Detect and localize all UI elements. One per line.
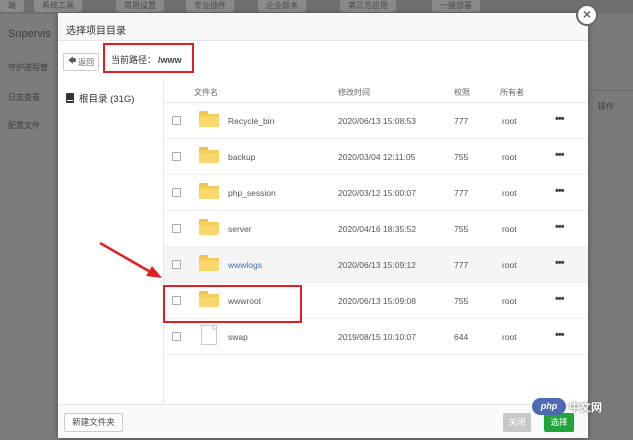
- file-modified: 2019/08/15 10:10:07: [338, 332, 416, 342]
- bg-tab-6: 一键部署: [432, 0, 480, 12]
- file-owner: root: [502, 332, 517, 342]
- current-path: 当前路径：/www: [103, 43, 194, 73]
- folder-icon: [199, 111, 219, 127]
- file-name[interactable]: wwwlogs: [228, 260, 262, 270]
- file-modified: 2020/06/13 15:09:08: [338, 296, 416, 306]
- bg-tab-1: 系统工具: [34, 0, 82, 12]
- file-permissions: 777: [454, 188, 469, 198]
- file-modified: 2020/06/13 15:09:12: [338, 260, 416, 270]
- dialog-header: 选择项目目录: [58, 13, 588, 41]
- dialog-footer: 新建文件夹 关闭 选择: [58, 404, 588, 438]
- file-name[interactable]: swap: [228, 332, 248, 342]
- bg-sidebar-item: 守护进程管: [8, 63, 48, 72]
- path-value: /www: [158, 55, 182, 65]
- file-owner: root: [502, 224, 517, 234]
- back-button-label: 返回: [78, 57, 95, 67]
- column-name: 文件名: [194, 88, 218, 97]
- file-name[interactable]: php_session: [228, 188, 276, 198]
- bg-tab-2: 常用设置: [116, 0, 164, 12]
- close-dialog-icon[interactable]: ×: [576, 4, 598, 26]
- more-options-icon[interactable]: •••: [555, 293, 565, 305]
- bg-tab-0: 端: [0, 0, 24, 12]
- dialog-title: 选择项目目录: [66, 26, 126, 37]
- file-list: 文件名 修改时间 权限 所有者 Recycle_bin 2020/06/13 1…: [164, 79, 588, 404]
- file-row[interactable]: Recycle_bin 2020/06/13 15:08:53 777 root…: [164, 103, 588, 139]
- file-row[interactable]: backup 2020/03/04 12:11:05 755 root •••: [164, 139, 588, 175]
- bg-tab-5: 第三方应用: [340, 0, 396, 12]
- column-owner: 所有者: [500, 88, 524, 97]
- file-name[interactable]: server: [228, 224, 252, 234]
- new-folder-button[interactable]: 新建文件夹: [64, 413, 123, 432]
- background-sidebar: 守护进程管 日志查看 配置文件: [0, 14, 56, 440]
- row-checkbox[interactable]: [172, 116, 181, 125]
- column-permissions: 权限: [454, 88, 470, 97]
- background-right-panel: [585, 90, 633, 140]
- bg-sidebar-item: 配置文件: [8, 121, 40, 130]
- row-checkbox[interactable]: [172, 152, 181, 161]
- file-row[interactable]: wwwlogs 2020/06/13 15:09:12 777 root •••: [164, 247, 588, 283]
- file-modified: 2020/06/13 15:08:53: [338, 116, 416, 126]
- more-options-icon[interactable]: •••: [555, 329, 565, 341]
- php-logo: php: [532, 398, 566, 415]
- file-owner: root: [502, 260, 517, 270]
- more-options-icon[interactable]: •••: [555, 113, 565, 125]
- root-drive-item[interactable]: 根目录 (31G): [66, 91, 134, 105]
- more-options-icon[interactable]: •••: [555, 257, 565, 269]
- select-directory-dialog: 选择项目目录 🡄 返回 当前路径：/www 根目录 (31G) 文件名 修改时间…: [58, 13, 588, 438]
- file-list-header: 文件名 修改时间 权限 所有者: [164, 79, 588, 103]
- background-column-label: 操作: [598, 102, 614, 111]
- row-checkbox[interactable]: [172, 260, 181, 269]
- file-permissions: 755: [454, 296, 469, 306]
- path-label: 当前路径：: [111, 55, 157, 65]
- bg-tab-4: 企业版本: [258, 0, 306, 12]
- column-modified: 修改时间: [338, 88, 370, 97]
- file-row[interactable]: server 2020/04/16 18:35:52 755 root •••: [164, 211, 588, 247]
- background-topbar: 端 系统工具 常用设置 专业插件 企业版本 第三方应用 一键部署: [0, 0, 633, 14]
- folder-icon: [199, 183, 219, 199]
- folder-icon: [199, 255, 219, 271]
- more-options-icon[interactable]: •••: [555, 149, 565, 161]
- file-permissions: 644: [454, 332, 469, 342]
- file-owner: root: [502, 188, 517, 198]
- folder-icon: [199, 147, 219, 163]
- file-permissions: 777: [454, 116, 469, 126]
- annotation-arrow-icon: [99, 241, 162, 278]
- file-permissions: 777: [454, 260, 469, 270]
- background-page-title: Supervis: [8, 28, 51, 40]
- highlight-box: [163, 285, 302, 323]
- file-modified: 2020/03/04 12:11:05: [338, 152, 416, 162]
- file-owner: root: [502, 296, 517, 306]
- more-options-icon[interactable]: •••: [555, 185, 565, 197]
- drive-icon: [66, 93, 74, 103]
- file-row[interactable]: php_session 2020/03/12 15:00:07 777 root…: [164, 175, 588, 211]
- file-modified: 2020/03/12 15:00:07: [338, 188, 416, 198]
- arrow-left-icon: 🡄: [67, 56, 77, 65]
- file-name[interactable]: backup: [228, 152, 255, 162]
- file-owner: root: [502, 152, 517, 162]
- bg-sidebar-item: 日志查看: [8, 93, 40, 102]
- row-checkbox[interactable]: [172, 224, 181, 233]
- file-icon: [201, 325, 217, 345]
- watermark: php 中文网: [532, 398, 602, 415]
- back-button[interactable]: 🡄 返回: [63, 53, 99, 71]
- row-checkbox[interactable]: [172, 188, 181, 197]
- close-button[interactable]: 关闭: [503, 413, 531, 432]
- drive-label: 根目录 (31G): [79, 94, 135, 105]
- file-permissions: 755: [454, 152, 469, 162]
- file-owner: root: [502, 116, 517, 126]
- more-options-icon[interactable]: •••: [555, 221, 565, 233]
- file-modified: 2020/04/16 18:35:52: [338, 224, 416, 234]
- folder-icon: [199, 219, 219, 235]
- select-button[interactable]: 选择: [544, 413, 574, 432]
- row-checkbox[interactable]: [172, 332, 181, 341]
- file-row[interactable]: swap 2019/08/15 10:10:07 644 root •••: [164, 319, 588, 355]
- file-name[interactable]: Recycle_bin: [228, 116, 274, 126]
- file-permissions: 755: [454, 224, 469, 234]
- watermark-text: 中文网: [569, 401, 602, 414]
- bg-tab-3: 专业插件: [186, 0, 234, 12]
